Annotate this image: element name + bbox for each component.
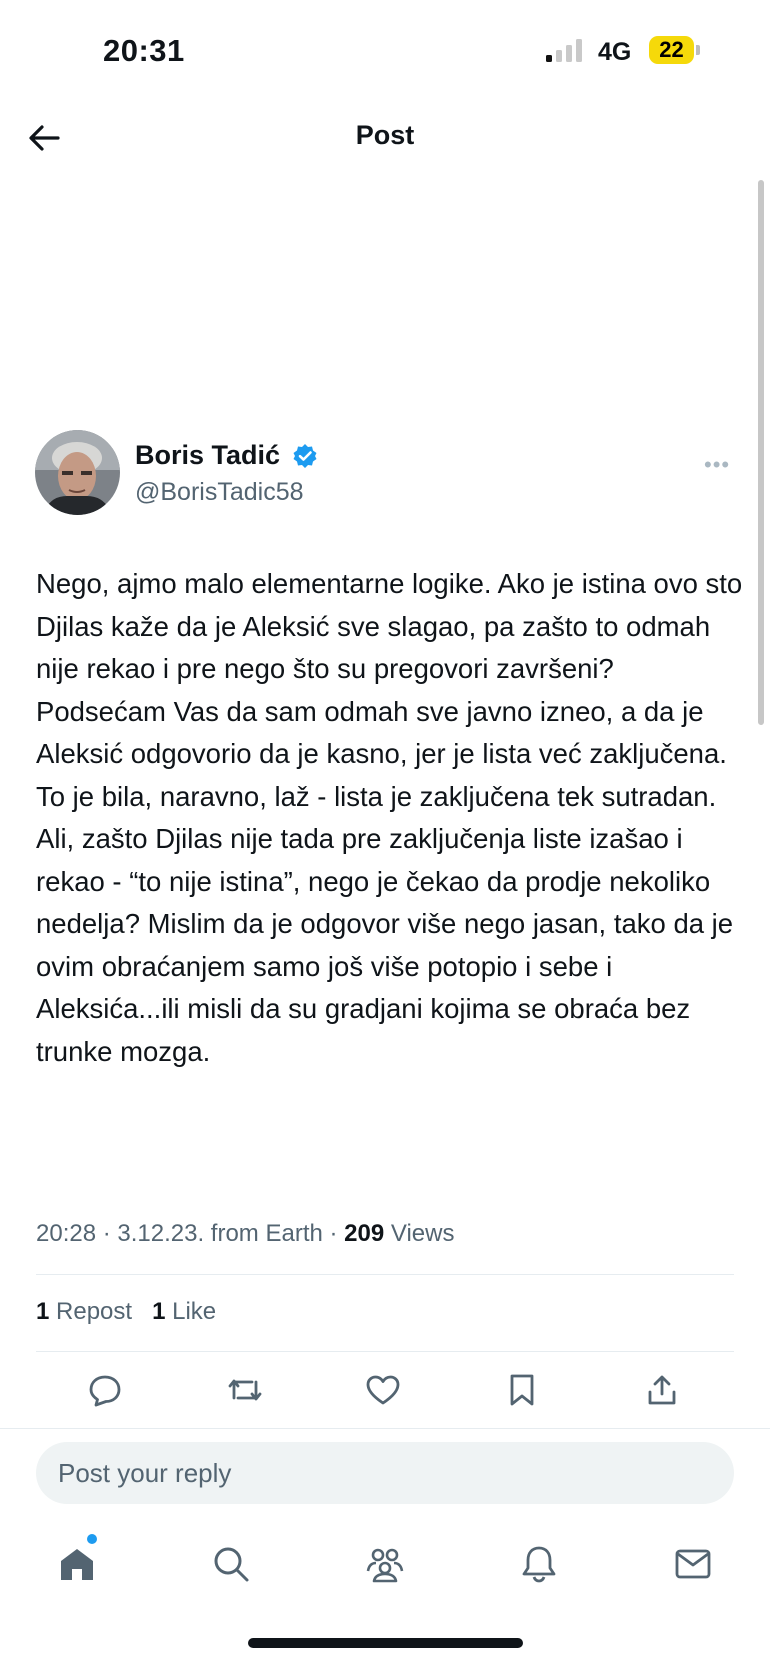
share-icon[interactable] [642, 1370, 682, 1410]
repost-count[interactable]: 1 [36, 1298, 49, 1325]
like-count[interactable]: 1 [152, 1298, 165, 1325]
status-time: 20:31 [103, 33, 185, 68]
signal-strength-icon [546, 38, 586, 62]
repost-label[interactable]: Repost [49, 1298, 132, 1325]
author-name[interactable]: Boris Tadić [135, 440, 280, 471]
more-options-icon[interactable]: ••• [704, 452, 730, 478]
scrollbar[interactable] [758, 180, 764, 725]
search-icon[interactable] [209, 1542, 253, 1586]
views-count: 209 [344, 1220, 385, 1247]
avatar[interactable] [35, 430, 120, 515]
divider [36, 1274, 734, 1275]
divider [36, 1351, 734, 1352]
author-handle[interactable]: @BorisTadic58 [135, 478, 304, 507]
network-type: 4G [598, 38, 632, 66]
communities-icon[interactable] [363, 1542, 407, 1586]
bookmark-icon[interactable] [502, 1370, 542, 1410]
repost-icon[interactable] [225, 1370, 265, 1410]
notifications-icon[interactable] [517, 1542, 561, 1586]
reply-icon[interactable] [85, 1370, 125, 1410]
reply-input[interactable]: Post your reply [36, 1442, 734, 1504]
page-title: Post [355, 120, 415, 150]
views-label: Views [384, 1220, 455, 1247]
home-icon[interactable] [55, 1542, 99, 1586]
battery-level: 22 [649, 36, 694, 64]
post-stats: 1 Repost 1 Like [36, 1298, 216, 1326]
post-text: Nego, ajmo malo elementarne logike. Ako … [36, 568, 743, 1067]
post-timestamp: 20:28 · 3.12.23. from Earth · [36, 1220, 345, 1247]
home-indicator[interactable] [248, 1638, 523, 1648]
like-label[interactable]: Like [165, 1298, 216, 1325]
like-icon[interactable] [363, 1370, 403, 1410]
verified-badge-icon [292, 443, 318, 469]
reply-placeholder: Post your reply [58, 1458, 232, 1488]
messages-icon[interactable] [671, 1542, 715, 1586]
post-meta: 20:28 · 3.12.23. from Earth · 209 Views [36, 1220, 454, 1248]
battery-tip [696, 45, 700, 55]
divider [0, 1428, 770, 1429]
notification-dot [87, 1534, 97, 1544]
